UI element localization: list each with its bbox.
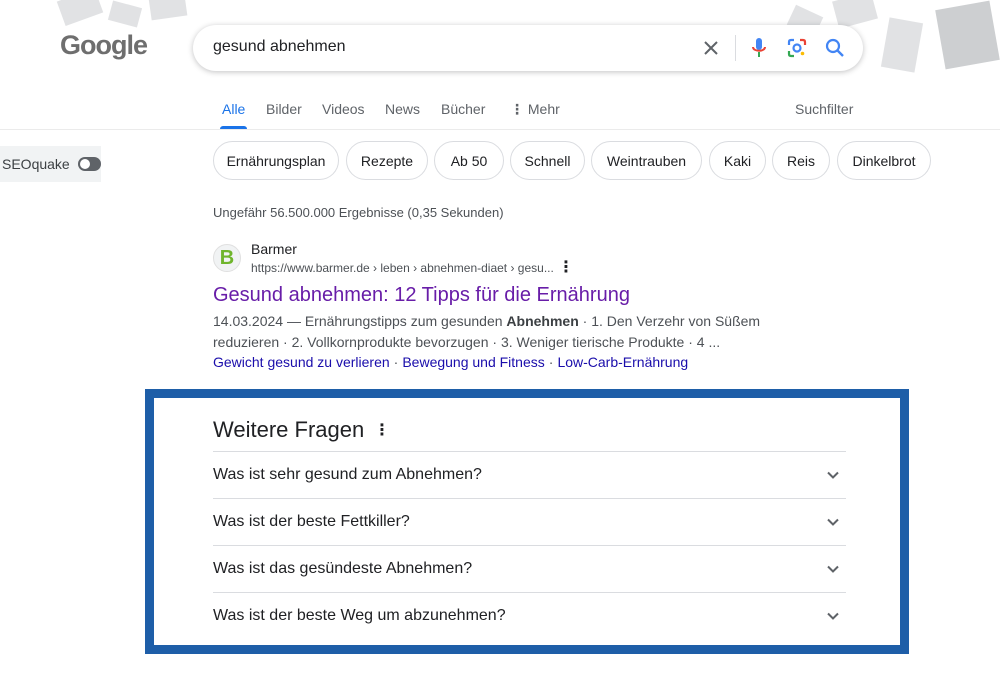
paa-question[interactable]: Was ist der beste Weg um abzunehmen? [213,592,846,639]
paa-title: Weitere Fragen [213,417,365,442]
tab-videos[interactable]: Videos [322,101,365,117]
search-filter-button[interactable]: Suchfilter [795,101,853,117]
paa-question-text: Was ist der beste Weg um abzunehmen? [213,607,506,624]
search-divider [735,35,736,61]
google-doodle-logo[interactable]: Google [60,30,154,66]
chip-kaki[interactable]: Kaki [709,141,766,180]
chevron-down-icon [827,518,839,526]
chip-dinkelbrot[interactable]: Dinkelbrot [837,141,931,180]
paa-question-text: Was ist der beste Fettkiller? [213,513,410,530]
result-more-icon[interactable]: ⋮ [558,260,574,276]
chevron-down-icon [827,612,839,620]
clear-icon[interactable] [697,34,725,62]
paa-more-icon[interactable]: ⋮ [374,423,390,439]
paa-question-text: Was ist das gesündeste Abnehmen? [213,560,473,577]
result-snippet: 14.03.2024 — Ernährungstipps zum gesunde… [213,311,773,353]
search-box[interactable]: gesund abnehmen [193,25,863,71]
tab-mehr[interactable]: ⋮ Mehr [510,101,560,118]
chip-weintrauben[interactable]: Weintrauben [591,141,702,180]
active-tab-indicator [220,126,247,129]
chip-reis[interactable]: Reis [772,141,830,180]
chip-schnell[interactable]: Schnell [510,141,585,180]
microphone-icon[interactable] [745,34,773,62]
tab-buecher[interactable]: Bücher [441,101,485,117]
paa-question[interactable]: Was ist der beste Fettkiller? [213,498,846,545]
site-name[interactable]: Barmer [251,241,297,257]
tab-mehr-label: Mehr [527,101,560,117]
paa-question[interactable]: Was ist sehr gesund zum Abnehmen? [213,451,846,498]
search-input[interactable]: gesund abnehmen [213,38,346,56]
chevron-down-icon [827,471,839,479]
paa-question-text: Was ist sehr gesund zum Abnehmen? [213,466,482,483]
result-title-link[interactable]: Gesund abnehmen: 12 Tipps für die Ernähr… [213,284,630,307]
sitelink-separator: · [548,354,554,370]
logo-text: Google [60,30,148,60]
sitelink[interactable]: Gewicht gesund zu verlieren [213,354,390,370]
sitelink[interactable]: Bewegung und Fitness [402,354,544,370]
tab-news[interactable]: News [385,101,420,117]
chip-ab-50[interactable]: Ab 50 [434,141,504,180]
chip-rezepte[interactable]: Rezepte [346,141,428,180]
chip-ernaehrungsplan[interactable]: Ernährungsplan [213,141,339,180]
sitelink-separator: · [393,354,399,370]
sitelink[interactable]: Low-Carb-Ernährung [557,354,688,370]
lens-camera-icon[interactable] [783,34,811,62]
seoquake-toggle[interactable] [77,157,101,171]
paa-question[interactable]: Was ist das gesündeste Abnehmen? [213,545,846,592]
search-icon[interactable] [821,34,849,62]
site-favicon[interactable]: B [213,244,241,272]
snippet-bold: Abnehmen [506,313,579,329]
search-tabs: Alle Bilder Videos News Bücher ⋮ Mehr Su… [0,96,1000,130]
seoquake-widget: SEOquake [0,146,101,182]
site-url[interactable]: https://www.barmer.de › leben › abnehmen… [251,261,554,275]
paa-list: Was ist sehr gesund zum Abnehmen? Was is… [213,451,846,639]
chevron-down-icon [827,565,839,573]
tab-bilder[interactable]: Bilder [266,101,302,117]
result-sitelinks: Gewicht gesund zu verlieren · Bewegung und… [213,354,688,370]
more-vert-icon: ⋮ [510,101,524,117]
results-count: Ungefähr 56.500.000 Ergebnisse (0,35 Sek… [213,205,504,220]
snippet-text-start: 14.03.2024 — Ernährungstipps zum gesunde… [213,313,507,329]
tab-alle[interactable]: Alle [222,101,245,117]
seoquake-label: SEOquake [2,156,70,172]
